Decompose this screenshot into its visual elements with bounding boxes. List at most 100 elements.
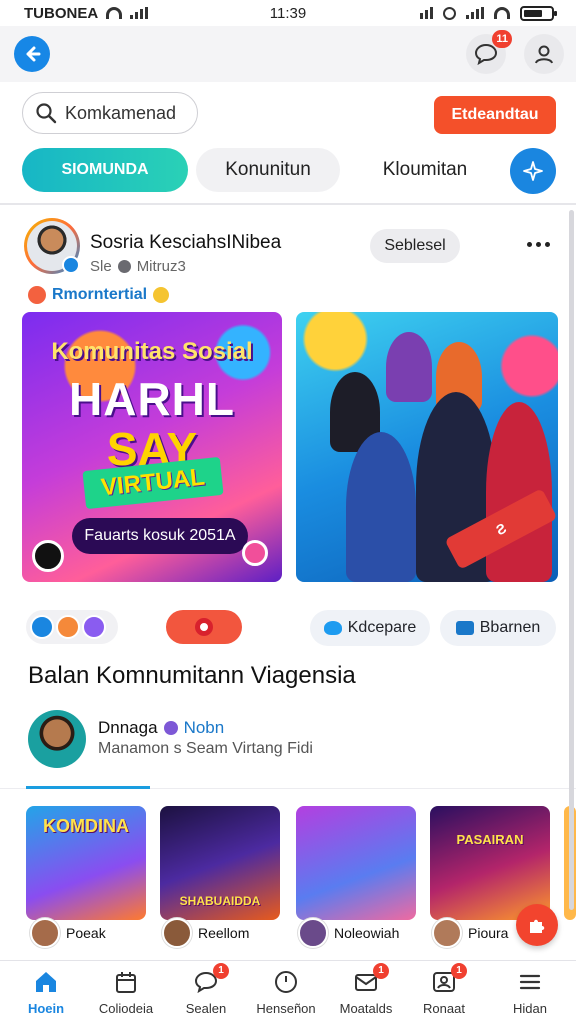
nav-calendar-label: Coliodeia	[98, 1001, 154, 1016]
community-card[interactable]: SHABUAIDDA	[160, 806, 280, 920]
tab-siomunda[interactable]: SIOMUNDA	[22, 148, 188, 192]
haha-icon	[56, 615, 80, 639]
creator-name: Dnnaga	[98, 718, 158, 737]
nav-calendar[interactable]: Coliodeia	[86, 969, 166, 1016]
nav-history-label: Henseñon	[256, 1001, 316, 1016]
poster-line-1: Komunitas Sosial	[51, 338, 253, 365]
carrier-label: TUBONEA	[24, 4, 99, 22]
creator-name-line: Dnnaga Nobn	[98, 718, 224, 738]
nav-home[interactable]: Hoein	[6, 969, 86, 1016]
search-placeholder: Komkamenad	[65, 102, 177, 123]
home-icon	[33, 969, 59, 995]
nav-history[interactable]: Henseñon	[246, 969, 326, 1016]
creator-description: Manamon s Seam Virtang Fidi	[98, 740, 313, 757]
primary-action-button[interactable]: Etdeandtau	[434, 96, 556, 134]
search-row: Komkamenad Etdeandtau	[0, 90, 576, 140]
creator-row[interactable]: Dnnaga Nobn Manamon s Seam Virtang Fidi	[0, 708, 576, 780]
app-header: 11	[0, 26, 576, 82]
sparkle-icon	[523, 161, 543, 181]
menu-icon	[517, 969, 543, 995]
nav-home-label: Hoein	[27, 1001, 65, 1016]
card-title: SHABUAIDDA	[179, 894, 261, 908]
user-avatar	[298, 918, 328, 948]
add-tab-button[interactable]	[510, 148, 556, 194]
bird-icon	[323, 621, 342, 635]
section-title: Balan Komnumitann Viagensia	[28, 662, 356, 689]
follow-button[interactable]: Seblesel	[370, 229, 460, 263]
tab-bar: SIOMUNDA Konunitun Kloumitan	[0, 148, 576, 198]
nav-profile[interactable]: 1 Ronaat	[404, 963, 484, 1016]
mail-icon: 1	[353, 963, 389, 995]
tab-kloumitan[interactable]: Kloumitan	[362, 148, 488, 192]
messages-button[interactable]: 11	[466, 30, 512, 74]
status-bar: TUBONEA 11:39	[0, 0, 576, 26]
nav-menu[interactable]: Hidan	[490, 969, 570, 1016]
card-user-name: Reellom	[198, 925, 250, 941]
search-input[interactable]: Komkamenad	[22, 92, 198, 134]
tag-icon	[28, 286, 46, 304]
network-icon	[420, 7, 433, 19]
play-icon	[242, 540, 268, 566]
reaction-summary[interactable]	[26, 610, 118, 644]
floating-action-button[interactable]	[516, 904, 558, 946]
community-card[interactable]: KOMDINA	[26, 806, 146, 920]
card-title: PASAIRAN	[456, 832, 524, 847]
community-card[interactable]: PASAIRAN	[430, 806, 550, 920]
card-user[interactable]: Noleowiah	[298, 918, 399, 948]
post-image-poster[interactable]: Komunitas Sosial HARHL SAY VIRTUAL Fauar…	[22, 312, 282, 582]
arrow-left-icon	[26, 46, 41, 62]
search-icon	[36, 103, 57, 124]
nav-menu-label: Hidan	[513, 1001, 547, 1016]
wow-icon	[82, 615, 106, 639]
like-icon	[30, 615, 54, 639]
post-image-band[interactable]: Ƨ	[296, 312, 558, 582]
share-button-2[interactable]: Bbarnen	[440, 610, 556, 646]
profile-card-icon: 1	[431, 963, 467, 995]
subtitle-suffix: Mitruz3	[136, 258, 186, 275]
verified-icon	[62, 256, 80, 274]
profile-badge: 1	[451, 963, 467, 979]
more-options-button[interactable]	[518, 232, 558, 256]
card-title: KOMDINA	[43, 816, 129, 836]
poster-line-2: HARHL	[69, 373, 235, 425]
nav-profile-label: Ronaat	[423, 1001, 465, 1016]
community-card[interactable]	[296, 806, 416, 920]
clock-icon	[273, 969, 299, 995]
nav-mail[interactable]: 1 Moatalds	[326, 963, 406, 1016]
card-user-name: Pioura	[468, 925, 509, 941]
share-2-label: Bbarnen	[479, 619, 541, 636]
author-avatar[interactable]	[24, 218, 80, 274]
author-subtitle: Sle Mitruz3	[90, 258, 186, 275]
live-button[interactable]	[166, 610, 242, 644]
card-user[interactable]: Reellom	[162, 918, 249, 948]
reaction-row: Kdcepare Bbarnen	[0, 608, 576, 648]
community-carousel: KOMDINA Poeak SHABUAIDDA Reellom Noleowi…	[0, 806, 576, 956]
wifi-strength-icon	[494, 7, 510, 19]
user-avatar	[162, 918, 192, 948]
nav-chat-label: Sealen	[185, 1001, 227, 1016]
profile-button[interactable]	[524, 34, 564, 74]
puzzle-icon	[530, 919, 545, 933]
signal-icon	[130, 7, 149, 19]
nav-chat[interactable]: 1 Sealen	[166, 963, 246, 1016]
share-button-1[interactable]: Kdcepare	[310, 610, 430, 646]
person-figure	[346, 432, 416, 582]
card-user[interactable]: Poeak	[30, 918, 106, 948]
author-name[interactable]: Sosria KesciahsINibea	[90, 232, 281, 254]
tab-divider	[0, 203, 576, 205]
creator-avatar[interactable]	[28, 710, 86, 768]
emoji-icon	[153, 287, 170, 303]
card-user[interactable]: Pioura	[432, 918, 508, 948]
subtitle-prefix: Sle	[90, 258, 112, 275]
status-left: TUBONEA	[24, 4, 149, 22]
clock: 11:39	[269, 4, 307, 22]
record-icon	[195, 618, 213, 636]
card-user-name: Poeak	[66, 925, 106, 941]
active-indicator	[26, 786, 150, 789]
verified-icon	[163, 721, 178, 735]
puzzle-icon	[455, 621, 474, 635]
scrollbar[interactable]	[569, 210, 574, 910]
bottom-navigation: Hoein Coliodeia 1 Sealen Henseñon 1 Moat…	[0, 960, 576, 1024]
back-button[interactable]	[14, 36, 50, 72]
tab-konunitun[interactable]: Konunitun	[196, 148, 340, 192]
